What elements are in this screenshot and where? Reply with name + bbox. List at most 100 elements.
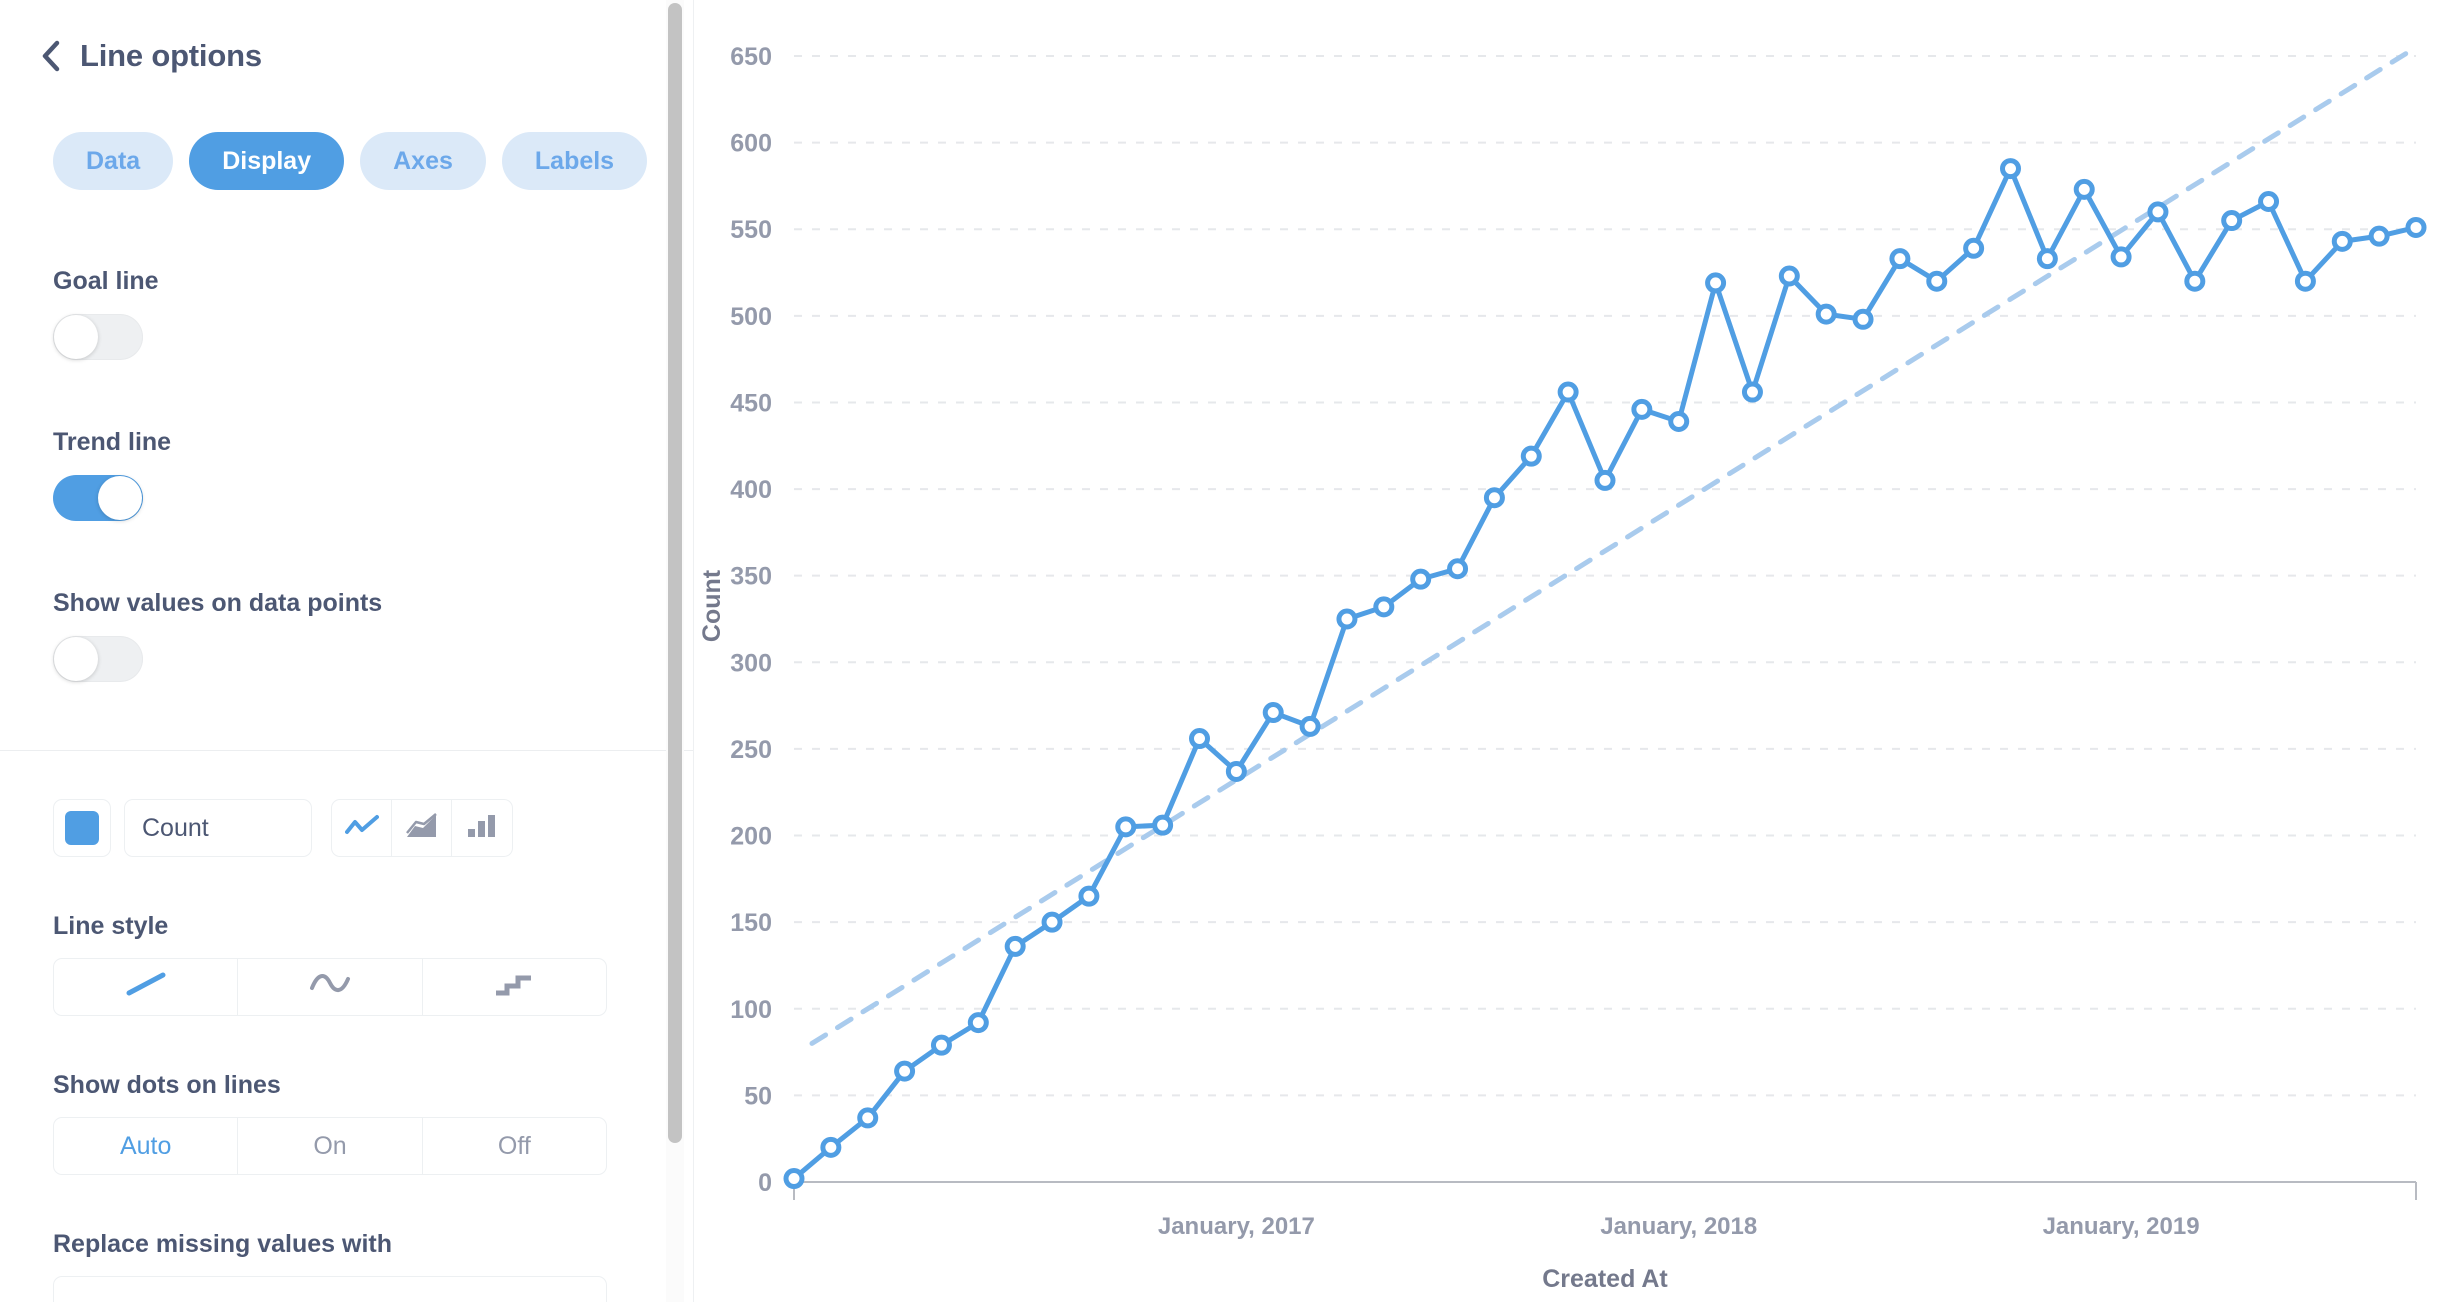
data-point[interactable]	[1041, 911, 1063, 933]
trend-line-label: Trend line	[53, 428, 172, 456]
show-dots-options: Auto On Off	[53, 1117, 607, 1175]
line-style-curved-button[interactable]	[238, 959, 423, 1015]
data-point[interactable]	[2258, 191, 2280, 213]
series-type-area-button[interactable]	[392, 800, 452, 856]
toggle-knob	[54, 315, 98, 359]
data-point[interactable]	[1447, 558, 1469, 580]
data-point[interactable]	[1373, 596, 1395, 618]
data-point[interactable]	[1004, 935, 1026, 957]
data-point[interactable]	[2073, 178, 2095, 200]
series-type-bar-button[interactable]	[452, 800, 512, 856]
data-point[interactable]	[2184, 270, 2206, 292]
show-values-label: Show values on data points	[53, 589, 383, 617]
data-points	[783, 158, 2427, 1190]
data-point[interactable]	[2000, 158, 2021, 180]
tab-data[interactable]: Data	[53, 132, 174, 190]
tab-axes-label: Axes	[393, 146, 453, 175]
data-point[interactable]	[1668, 411, 1690, 433]
sidebar-scrollbar-track[interactable]	[666, 0, 684, 1302]
tab-labels-label: Labels	[534, 146, 615, 175]
data-point[interactable]	[1520, 445, 1542, 467]
straight-line-icon	[123, 970, 169, 1005]
show-values-toggle[interactable]	[53, 636, 143, 682]
data-point[interactable]	[1225, 760, 1247, 782]
y-axis-tick: 400	[730, 476, 772, 504]
tab-axes[interactable]: Axes	[360, 132, 486, 190]
trend-line-toggle[interactable]	[53, 475, 143, 521]
line-options-screen: Line options Data Display Axes Labels Go…	[0, 0, 2446, 1302]
data-point[interactable]	[1889, 248, 1911, 270]
data-point[interactable]	[930, 1034, 952, 1056]
data-point[interactable]	[1152, 814, 1174, 836]
data-point[interactable]	[1631, 398, 1653, 420]
x-axis-title: Created At	[1542, 1265, 1668, 1293]
data-point[interactable]	[1926, 270, 1948, 292]
series-name-value: Count	[142, 813, 209, 842]
data-point[interactable]	[1963, 237, 1985, 259]
show-dots-auto-button[interactable]: Auto	[54, 1118, 239, 1174]
line-style-options	[53, 958, 607, 1016]
chevron-left-icon	[40, 39, 62, 73]
tab-display[interactable]: Display	[189, 132, 345, 190]
goal-line-toggle[interactable]	[53, 314, 143, 360]
series-type-group	[331, 799, 513, 857]
y-axis-tick: 250	[730, 736, 772, 764]
show-values-setting: Show values on data points	[0, 589, 693, 682]
replace-missing-input[interactable]	[53, 1276, 607, 1302]
y-axis-tick: 300	[730, 649, 772, 677]
data-point[interactable]	[1262, 702, 1284, 724]
data-point[interactable]	[1741, 381, 1763, 403]
trend-line-setting: Trend line	[0, 428, 693, 521]
data-point[interactable]	[1078, 885, 1100, 907]
line-style-setting: Line style	[0, 912, 693, 1016]
data-point[interactable]	[2221, 210, 2243, 232]
chart-svg: 050100150200250300350400450500550600650 …	[698, 43, 2427, 1293]
data-point[interactable]	[2405, 216, 2427, 238]
show-dots-off-button[interactable]: Off	[423, 1118, 606, 1174]
data-point[interactable]	[1852, 308, 1874, 330]
data-point[interactable]	[820, 1136, 842, 1158]
y-axis-tick: 500	[730, 303, 772, 331]
tab-labels[interactable]: Labels	[501, 132, 648, 190]
area-chart-icon	[405, 812, 439, 844]
line-style-step-button[interactable]	[423, 959, 606, 1015]
y-axis-tick-labels: 0 50 100 150 200 250 300 350 400 450 500 550 600 650	[730, 43, 772, 1197]
data-point[interactable]	[1705, 272, 1727, 294]
data-point[interactable]	[857, 1107, 879, 1129]
show-dots-on-button[interactable]: On	[238, 1118, 423, 1174]
data-point[interactable]	[1115, 816, 1137, 838]
data-point[interactable]	[2294, 270, 2316, 292]
goal-line-setting: Goal line	[0, 267, 693, 360]
y-axis-tick: 550	[730, 216, 772, 244]
show-dots-label: Show dots on lines	[53, 1071, 281, 1099]
data-point[interactable]	[894, 1060, 916, 1082]
data-point[interactable]	[2368, 225, 2390, 247]
data-point[interactable]	[1594, 469, 1616, 491]
data-point[interactable]	[2036, 248, 2058, 270]
back-button[interactable]	[38, 39, 64, 73]
data-point[interactable]	[783, 1168, 805, 1190]
data-point[interactable]	[1299, 715, 1321, 737]
show-dots-on-label: On	[313, 1131, 347, 1160]
panel-header: Line options	[0, 0, 693, 74]
series-color-picker[interactable]	[53, 799, 111, 857]
data-point[interactable]	[1483, 487, 1505, 509]
settings-tabs: Data Display Axes Labels	[0, 74, 693, 190]
data-point[interactable]	[1189, 728, 1210, 750]
data-point[interactable]	[2110, 246, 2132, 268]
series-type-line-button[interactable]	[332, 800, 392, 856]
line-style-straight-button[interactable]	[54, 959, 239, 1015]
series-name-input[interactable]: Count	[124, 799, 312, 857]
toggle-knob	[54, 637, 98, 681]
data-point[interactable]	[1336, 608, 1358, 630]
data-point[interactable]	[2331, 230, 2353, 252]
data-point[interactable]	[1410, 568, 1432, 590]
data-point[interactable]	[1778, 265, 1800, 287]
data-point[interactable]	[2147, 201, 2169, 223]
data-point[interactable]	[1557, 381, 1579, 403]
sidebar-scrollbar-thumb[interactable]	[668, 3, 682, 1143]
data-point[interactable]	[967, 1012, 989, 1034]
data-series-line	[791, 166, 2419, 1182]
data-point[interactable]	[1815, 303, 1837, 325]
bar-chart-icon	[466, 813, 498, 844]
